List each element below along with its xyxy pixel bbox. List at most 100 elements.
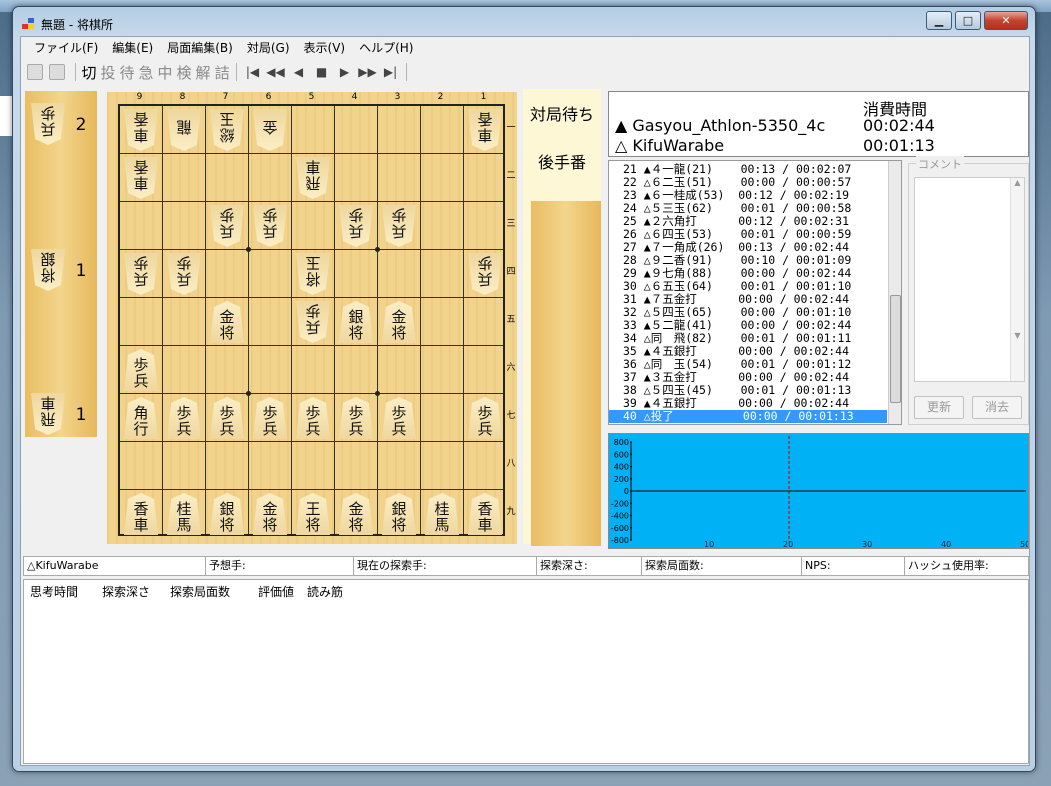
rank-label: 五 xyxy=(506,315,516,325)
shogi-piece[interactable]: 総玉 xyxy=(210,109,244,151)
minimize-button[interactable]: ▁ xyxy=(926,11,952,30)
graph-y-tick: -600 xyxy=(611,524,629,533)
comment-scrollbar[interactable]: ▲ ▼ xyxy=(1010,178,1024,381)
shogi-piece[interactable]: 歩兵 xyxy=(253,397,287,439)
shogi-piece[interactable]: 歩兵 xyxy=(167,397,201,439)
shogi-piece[interactable]: 兵歩 xyxy=(468,253,502,295)
shogi-piece[interactable]: 銀将 xyxy=(210,493,244,535)
shogi-piece[interactable]: 歩兵 xyxy=(124,349,158,391)
shogi-piece[interactable]: 龍 xyxy=(167,109,201,151)
shogi-piece[interactable]: 桂馬 xyxy=(425,493,459,535)
shogi-piece[interactable]: 金将 xyxy=(382,301,416,343)
kifu-move-list[interactable]: 21 ▲４一龍(21) 00:13 / 00:02:07 22 △６二玉(51) … xyxy=(608,160,902,425)
shogi-piece[interactable]: 銀将 xyxy=(382,493,416,535)
shogi-piece[interactable]: 兵歩 xyxy=(167,253,201,295)
engine-thinking-list[interactable]: 思考時間 探索深さ 探索局面数 評価値 読み筋 xyxy=(23,579,1029,764)
shogi-piece[interactable]: 王将 xyxy=(296,493,330,535)
think-column-header[interactable]: 探索局面数 xyxy=(170,583,230,600)
update-comment-button[interactable]: 更新 xyxy=(914,396,964,419)
title-bar[interactable]: 無題 - 将棋所 ▁ □ ✕ xyxy=(13,7,1035,37)
shogi-piece[interactable]: 金将 xyxy=(210,301,244,343)
piece-char: 兵 xyxy=(477,420,493,438)
shogi-piece[interactable]: 金将 xyxy=(339,493,373,535)
save-icon[interactable] xyxy=(49,64,65,80)
graph-x-tick: 30 xyxy=(862,540,872,548)
open-icon[interactable] xyxy=(27,64,43,80)
shogi-piece[interactable]: 兵歩 xyxy=(210,205,244,247)
piece-char: 歩 xyxy=(219,206,235,224)
white-player-time: 00:01:13 xyxy=(863,136,935,155)
kifu-scrollbar[interactable] xyxy=(888,161,901,424)
shogi-piece[interactable]: 車香 xyxy=(468,109,502,151)
toolbar-button-4[interactable]: 中 xyxy=(156,62,174,83)
shogi-piece[interactable]: 香車 xyxy=(468,493,502,535)
shogi-piece[interactable]: 兵歩 xyxy=(339,205,373,247)
clear-comment-button[interactable]: 消去 xyxy=(972,396,1022,419)
piece-char: 兵 xyxy=(176,420,192,438)
shogi-piece[interactable]: 歩兵 xyxy=(339,397,373,439)
shogi-piece[interactable]: 香車 xyxy=(124,493,158,535)
nav-button-2[interactable]: ◀ xyxy=(287,65,310,79)
menu-item-4[interactable]: 表示(V) xyxy=(297,38,353,58)
toolbar-button-1[interactable]: 投 xyxy=(99,62,117,83)
toolbar-button-3[interactable]: 急 xyxy=(137,62,155,83)
engine-status-cell: ハッシュ使用率: xyxy=(905,557,1030,575)
kifu-scroll-thumb[interactable] xyxy=(890,295,901,403)
board-line xyxy=(463,106,464,534)
toolbar-button-2[interactable]: 待 xyxy=(118,62,136,83)
close-button[interactable]: ✕ xyxy=(984,11,1028,30)
nav-button-0[interactable]: |◀ xyxy=(241,65,264,79)
toolbar-button-6[interactable]: 解 xyxy=(194,62,212,83)
nav-button-6[interactable]: ▶| xyxy=(379,65,402,79)
menu-item-3[interactable]: 対局(G) xyxy=(240,38,297,58)
piece-char: 兵 xyxy=(133,270,149,288)
kifu-row[interactable]: 40 △投了 00:00 / 00:01:13 xyxy=(609,410,887,423)
nav-button-5[interactable]: ▶▶ xyxy=(356,65,379,79)
comment-textbox[interactable]: ▲ ▼ xyxy=(914,177,1025,382)
toolbar-button-5[interactable]: 検 xyxy=(175,62,193,83)
nav-button-1[interactable]: ◀◀ xyxy=(264,65,287,79)
nav-button-4[interactable]: ▶ xyxy=(333,65,356,79)
toolbar-separator xyxy=(236,63,237,81)
think-column-header[interactable]: 思考時間 xyxy=(30,583,78,600)
shogi-piece[interactable]: 兵歩 xyxy=(253,205,287,247)
shogi-piece[interactable]: 歩兵 xyxy=(468,397,502,439)
menu-item-1[interactable]: 編集(E) xyxy=(105,38,160,58)
board-grid[interactable]: 車香龍総玉金車香車香飛車兵歩兵歩兵歩兵歩兵歩兵歩将玉兵歩金将兵歩銀将金将歩兵角行… xyxy=(118,104,505,536)
shogi-piece[interactable]: 将玉 xyxy=(296,253,330,295)
toolbar-button-0[interactable]: 切 xyxy=(80,62,98,83)
shogi-piece[interactable]: 車香 xyxy=(124,109,158,151)
toolbar-button-7[interactable]: 詰 xyxy=(213,62,231,83)
piece-char: 香 xyxy=(133,500,149,518)
think-column-header[interactable]: 読み筋 xyxy=(307,583,343,600)
shogi-piece[interactable]: 桂馬 xyxy=(167,493,201,535)
maximize-button[interactable]: □ xyxy=(955,11,981,30)
menu-item-2[interactable]: 局面編集(B) xyxy=(160,38,240,58)
menu-item-5[interactable]: ヘルプ(H) xyxy=(352,38,420,58)
stand-piece[interactable]: 兵歩 xyxy=(31,103,65,145)
shogi-piece[interactable]: 兵歩 xyxy=(296,301,330,343)
stand-piece-count: 1 xyxy=(75,405,87,425)
think-column-header[interactable]: 探索深さ xyxy=(102,583,150,600)
shogi-piece[interactable]: 金 xyxy=(253,109,287,151)
shogi-piece[interactable]: 歩兵 xyxy=(210,397,244,439)
shogi-piece[interactable]: 兵歩 xyxy=(124,253,158,295)
shogi-piece[interactable]: 銀将 xyxy=(339,301,373,343)
gote-piece-stand xyxy=(531,201,601,546)
stand-piece[interactable]: 将銀 xyxy=(31,249,65,291)
nav-button-3[interactable]: ■ xyxy=(310,65,333,79)
think-column-header[interactable]: 評価値 xyxy=(258,583,294,600)
shogi-piece[interactable]: 兵歩 xyxy=(382,205,416,247)
turn-label: 後手番 xyxy=(537,153,586,172)
file-label: 8 xyxy=(179,92,186,102)
graph-y-tick: -400 xyxy=(611,512,629,521)
shogi-piece[interactable]: 歩兵 xyxy=(382,397,416,439)
shogi-piece[interactable]: 角行 xyxy=(124,397,158,439)
menu-item-0[interactable]: ファイル(F) xyxy=(27,38,105,58)
stand-piece[interactable]: 飛車 xyxy=(31,393,65,435)
graph-y-tick: -800 xyxy=(611,536,629,545)
shogi-piece[interactable]: 金将 xyxy=(253,493,287,535)
shogi-piece[interactable]: 車香 xyxy=(124,157,158,199)
shogi-piece[interactable]: 飛車 xyxy=(296,157,330,199)
shogi-piece[interactable]: 歩兵 xyxy=(296,397,330,439)
